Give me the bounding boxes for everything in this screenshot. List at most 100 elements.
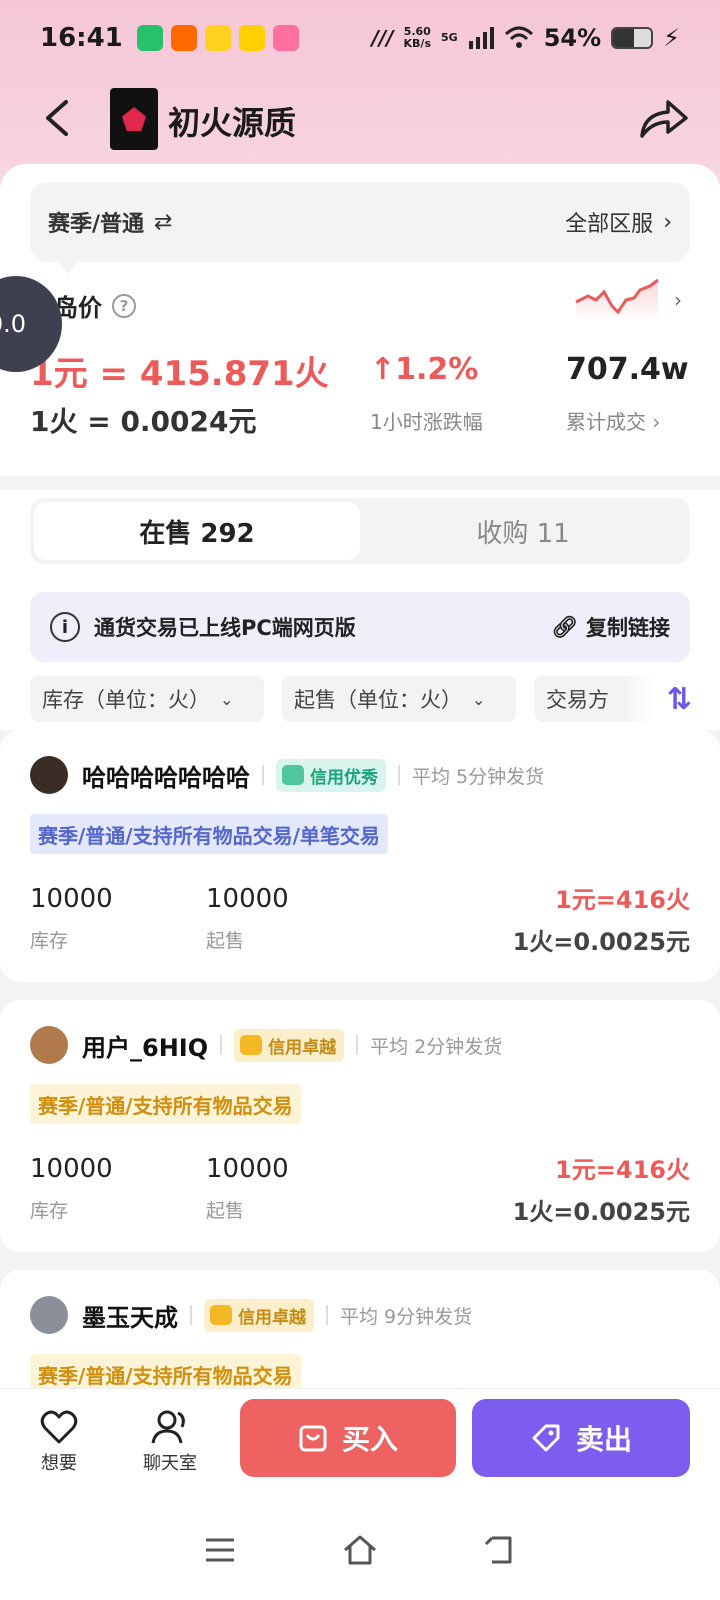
stock-block: 10000 库存 [30, 1154, 113, 1223]
filter-min-sale[interactable]: 起售（单位：火） ⌄ [282, 676, 516, 722]
share-icon[interactable] [638, 96, 690, 140]
min-sale-block: 10000 起售 [206, 1154, 289, 1223]
divider [326, 1305, 328, 1325]
listing-unit-price: 1火=0.0025元 [512, 1198, 690, 1226]
tab-on-sale[interactable]: 在售 292 [34, 502, 360, 560]
stock-block: 10000 库存 [30, 884, 113, 953]
back-nav-icon[interactable] [482, 1532, 518, 1568]
credit-badge: 信用优秀 [276, 758, 386, 792]
notification-icons [136, 25, 299, 51]
signal-icon [468, 27, 494, 49]
listing-controls: 在售 292 收购 11 i 通货交易已上线PC端网页版 🔗︎ 复制链接 库存（单… [0, 490, 720, 730]
season-label: 赛季/普通 [48, 212, 145, 237]
shipping-time: 平均 2分钟发货 [370, 1035, 503, 1058]
chevron-right-icon: › [652, 410, 661, 434]
arrow-up-icon: ↑ [370, 352, 396, 387]
page-header: 初火源质 [0, 86, 720, 150]
region-selector[interactable]: 全部区服 › [565, 206, 672, 238]
divider [398, 765, 400, 785]
sell-label: 卖出 [575, 1423, 632, 1456]
nfc-icon: /// [371, 26, 394, 50]
min-sale-label: 起售 [206, 930, 245, 952]
home-icon[interactable] [342, 1532, 378, 1568]
avatar [30, 756, 68, 794]
total-volume: 707.4w [566, 352, 689, 387]
tag-icon [532, 1424, 560, 1452]
filter-min-sale-label: 起售（单位：火） [294, 688, 462, 712]
video-app-icon [136, 25, 163, 51]
seller-name: 用户_6HIQ [82, 1033, 209, 1062]
system-nav-bar [0, 1500, 720, 1600]
season-selector[interactable]: 赛季/普通 ⇄ 全部区服 › [30, 182, 690, 262]
chevron-down-icon: ⌄ [220, 689, 234, 709]
credit-icon [282, 765, 304, 785]
sell-button[interactable]: 卖出 [472, 1399, 690, 1477]
stock-value: 10000 [30, 1154, 113, 1184]
chevron-right-icon[interactable]: › [674, 288, 682, 312]
avatar [30, 1026, 68, 1064]
filter-stock[interactable]: 库存（单位：火） ⌄ [30, 676, 264, 722]
chevron-down-icon: ⌄ [472, 689, 486, 709]
min-sale-value: 10000 [206, 1154, 289, 1184]
chevron-right-icon: › [663, 209, 672, 235]
total-volume-label-text: 累计成交 [566, 410, 646, 434]
divider [356, 1035, 359, 1055]
credit-label: 信用卓越 [268, 1037, 337, 1058]
buy-button[interactable]: 买入 [240, 1399, 456, 1477]
filter-bar: 库存（单位：火） ⌄ 起售（单位：火） ⌄ 交易方 ⇅ [30, 676, 720, 722]
listing-unit-price: 1火=0.0025元 [512, 928, 690, 956]
bilibili-icon [272, 25, 299, 51]
filter-stock-label: 库存（单位：火） [42, 688, 210, 712]
seller-name: 哈哈哈哈哈哈哈 [82, 763, 250, 792]
buy-label: 买入 [341, 1423, 398, 1456]
tab-bar: 在售 292 收购 11 [30, 498, 690, 564]
net-speed-unit: KB/s [403, 37, 431, 50]
status-indicators: /// 5.60 KB/s 5G 54% ⚡ [372, 24, 680, 52]
battery-percent: 54% [543, 24, 602, 52]
divider [262, 765, 264, 785]
tab-buy-orders[interactable]: 收购 11 [360, 502, 686, 560]
seller-info: 用户_6HIQ 信用卓越 平均 2分钟发货 [30, 1024, 502, 1066]
market-summary-card: 赛季/普通 ⇄ 全部区服 › 千岛价 ? › 1元 = 415.871火 1火 =… [0, 164, 720, 476]
filter-trade-method-label: 交易方 [546, 688, 609, 712]
link-icon: 🔗︎ [551, 614, 578, 639]
credit-icon [240, 1035, 263, 1055]
total-volume-label[interactable]: 累计成交 › [566, 406, 660, 435]
listing-card[interactable]: 哈哈哈哈哈哈哈 信用优秀 平均 5分钟发货 赛季/普通/支持所有物品交易/单笔交… [0, 730, 720, 982]
credit-label: 信用卓越 [238, 1307, 306, 1328]
credit-badge: 信用卓越 [234, 1028, 345, 1062]
status-time: 16:41 [40, 23, 123, 53]
credit-badge: 信用卓越 [204, 1298, 314, 1332]
min-sale-label: 起售 [206, 1200, 245, 1222]
app-icon [238, 25, 265, 51]
pointer-arrow [56, 260, 80, 274]
min-sale-value: 10000 [206, 884, 289, 914]
price-sparkline[interactable] [574, 278, 660, 322]
back-icon[interactable] [40, 98, 76, 138]
charging-icon: ⚡ [663, 24, 680, 52]
chat-room-button[interactable]: 聊天室 [140, 1407, 200, 1475]
help-icon[interactable]: ? [112, 293, 136, 318]
listing-card[interactable]: 用户_6HIQ 信用卓越 平均 2分钟发货 赛季/普通/支持所有物品交易 100… [0, 1000, 720, 1252]
want-button[interactable]: 想要 [36, 1407, 82, 1475]
seller-info: 墨玉天成 信用卓越 平均 9分钟发货 [30, 1294, 472, 1336]
credit-icon [210, 1305, 232, 1325]
item-logo [110, 88, 158, 150]
listing-tag: 赛季/普通/支持所有物品交易/单笔交易 [30, 814, 388, 854]
divider [220, 1035, 223, 1055]
copy-link-button[interactable]: 🔗︎ 复制链接 [551, 612, 670, 642]
sort-icon[interactable]: ⇅ [624, 676, 720, 722]
shipping-time: 平均 5分钟发货 [412, 765, 545, 788]
net-speed: 5.60 KB/s [404, 26, 431, 50]
exchange-rate-main: 1元 = 415.871火 [30, 354, 329, 394]
seller-name: 墨玉天成 [82, 1303, 178, 1332]
menu-icon[interactable] [202, 1532, 238, 1568]
price-change: ↑1.2% [370, 352, 478, 387]
chat-room-label: 聊天室 [143, 1453, 197, 1474]
status-bar: 16:41 /// 5.60 KB/s 5G 54% ⚡ [0, 0, 720, 76]
gem-icon [122, 107, 146, 131]
stock-value: 10000 [30, 884, 113, 914]
swap-icon[interactable]: ⇄ [154, 210, 172, 235]
stock-label: 库存 [30, 1200, 69, 1222]
listing-tag: 赛季/普通/支持所有物品交易 [30, 1084, 301, 1124]
